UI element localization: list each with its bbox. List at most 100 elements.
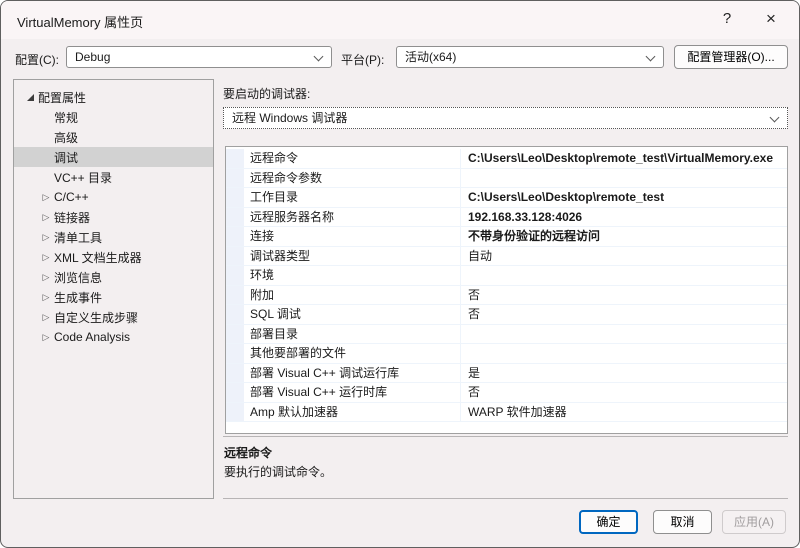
property-row[interactable]: Amp 默认加速器WARP 软件加速器 (226, 403, 787, 423)
description-title: 远程命令 (224, 444, 272, 461)
tree-collapsed-icon[interactable]: ▷ (38, 212, 54, 223)
tree-item-label: 常规 (54, 109, 78, 126)
tree-item[interactable]: ▷链接器 (14, 207, 213, 227)
configuration-value: Debug (75, 50, 110, 64)
platform-label: 平台(P): (341, 51, 384, 68)
chevron-down-icon (314, 52, 324, 62)
property-pages-dialog: VirtualMemory 属性页 ? × 配置(C): Debug 平台(P)… (0, 0, 800, 548)
tree-collapsed-icon[interactable]: ▷ (38, 312, 54, 323)
property-value[interactable]: 否 (460, 383, 787, 402)
tree-item-label: 配置属性 (38, 89, 86, 106)
property-row[interactable]: 远程命令参数 (226, 169, 787, 189)
property-value[interactable] (460, 169, 787, 188)
property-row[interactable]: 连接不带身份验证的远程访问 (226, 227, 787, 247)
tree-collapsed-icon[interactable]: ▷ (38, 332, 54, 343)
property-value[interactable] (460, 325, 787, 344)
property-row[interactable]: SQL 调试否 (226, 305, 787, 325)
property-value[interactable]: C:\Users\Leo\Desktop\remote_test\Virtual… (460, 149, 787, 168)
property-label: 附加 (244, 286, 460, 305)
property-value[interactable]: WARP 软件加速器 (460, 403, 787, 422)
debugger-select[interactable]: 远程 Windows 调试器 (223, 107, 788, 129)
property-label: Amp 默认加速器 (244, 403, 460, 422)
tree-item[interactable]: ▷清单工具 (14, 227, 213, 247)
tree-item-label: XML 文档生成器 (54, 249, 142, 266)
row-margin (226, 247, 244, 266)
tree-collapsed-icon[interactable]: ▷ (38, 252, 54, 263)
platform-select[interactable]: 活动(x64) (396, 46, 664, 68)
row-margin (226, 227, 244, 246)
property-label: 连接 (244, 227, 460, 246)
window-title: VirtualMemory 属性页 (17, 12, 143, 31)
property-value[interactable]: 否 (460, 305, 787, 324)
tree-item-label: 生成事件 (54, 289, 102, 306)
property-value[interactable]: 不带身份验证的远程访问 (460, 227, 787, 246)
property-label: 其他要部署的文件 (244, 344, 460, 363)
property-label: 调试器类型 (244, 247, 460, 266)
help-icon[interactable]: ? (705, 1, 749, 37)
row-margin (226, 344, 244, 363)
tree-collapsed-icon[interactable]: ▷ (38, 292, 54, 303)
property-row[interactable]: 部署 Visual C++ 运行时库否 (226, 383, 787, 403)
tree-item[interactable]: 高级 (14, 127, 213, 147)
row-margin (226, 286, 244, 305)
tree-item[interactable]: VC++ 目录 (14, 167, 213, 187)
property-value[interactable] (460, 266, 787, 285)
chevron-down-icon (646, 52, 656, 62)
tree-item-label: 高级 (54, 129, 78, 146)
ok-button[interactable]: 确定 (579, 510, 638, 534)
row-margin (226, 208, 244, 227)
tree-item[interactable]: ▷浏览信息 (14, 267, 213, 287)
tree-expanded-icon (27, 94, 34, 101)
property-grid: 远程命令C:\Users\Leo\Desktop\remote_test\Vir… (225, 146, 788, 434)
property-row[interactable]: 部署目录 (226, 325, 787, 345)
tree-item[interactable]: 调试 (14, 147, 213, 167)
description-separator (223, 436, 788, 437)
chevron-down-icon (770, 113, 780, 123)
tree-item[interactable]: ▷自定义生成步骤 (14, 307, 213, 327)
tree-item[interactable]: ▷Code Analysis (14, 327, 213, 347)
row-margin (226, 325, 244, 344)
property-row[interactable]: 环境 (226, 266, 787, 286)
tree-item-label: 调试 (54, 149, 78, 166)
tree-item[interactable]: 常规 (14, 107, 213, 127)
property-value[interactable]: 是 (460, 364, 787, 383)
titlebar: VirtualMemory 属性页 ? × (1, 1, 799, 39)
close-icon[interactable]: × (749, 1, 793, 37)
tree-item[interactable]: 配置属性 (14, 87, 213, 107)
property-value[interactable]: 192.168.33.128:4026 (460, 208, 787, 227)
configuration-select[interactable]: Debug (66, 46, 332, 68)
property-row[interactable]: 部署 Visual C++ 调试运行库是 (226, 364, 787, 384)
tree-collapsed-icon[interactable]: ▷ (38, 192, 54, 203)
row-margin (226, 266, 244, 285)
property-value[interactable]: 自动 (460, 247, 787, 266)
apply-button[interactable]: 应用(A) (722, 510, 786, 534)
description-separator (223, 498, 788, 499)
row-margin (226, 188, 244, 207)
tree-collapsed-icon[interactable]: ▷ (38, 232, 54, 243)
property-value[interactable]: 否 (460, 286, 787, 305)
row-margin (226, 403, 244, 422)
property-row[interactable]: 远程服务器名称192.168.33.128:4026 (226, 208, 787, 228)
tree-item[interactable]: ▷生成事件 (14, 287, 213, 307)
tree-item[interactable]: ▷C/C++ (14, 187, 213, 207)
property-value[interactable]: C:\Users\Leo\Desktop\remote_test (460, 188, 787, 207)
tree-collapsed-icon[interactable]: ▷ (38, 272, 54, 283)
row-margin (226, 305, 244, 324)
cancel-button[interactable]: 取消 (653, 510, 712, 534)
property-label: 部署 Visual C++ 调试运行库 (244, 364, 460, 383)
property-row[interactable]: 附加否 (226, 286, 787, 306)
property-row[interactable]: 调试器类型自动 (226, 247, 787, 267)
property-row[interactable]: 其他要部署的文件 (226, 344, 787, 364)
property-label: 部署目录 (244, 325, 460, 344)
property-row[interactable]: 工作目录C:\Users\Leo\Desktop\remote_test (226, 188, 787, 208)
row-margin (226, 364, 244, 383)
property-label: SQL 调试 (244, 305, 460, 324)
property-row[interactable]: 远程命令C:\Users\Leo\Desktop\remote_test\Vir… (226, 149, 787, 169)
debugger-to-launch-label: 要启动的调试器: (223, 85, 310, 102)
tree-item-label: Code Analysis (54, 330, 130, 344)
tree-item[interactable]: ▷XML 文档生成器 (14, 247, 213, 267)
tree-expander[interactable] (22, 94, 38, 101)
configuration-manager-button[interactable]: 配置管理器(O)... (674, 45, 788, 69)
config-tree: 配置属性常规高级调试VC++ 目录▷C/C++▷链接器▷清单工具▷XML 文档生… (13, 79, 214, 499)
property-value[interactable] (460, 344, 787, 363)
